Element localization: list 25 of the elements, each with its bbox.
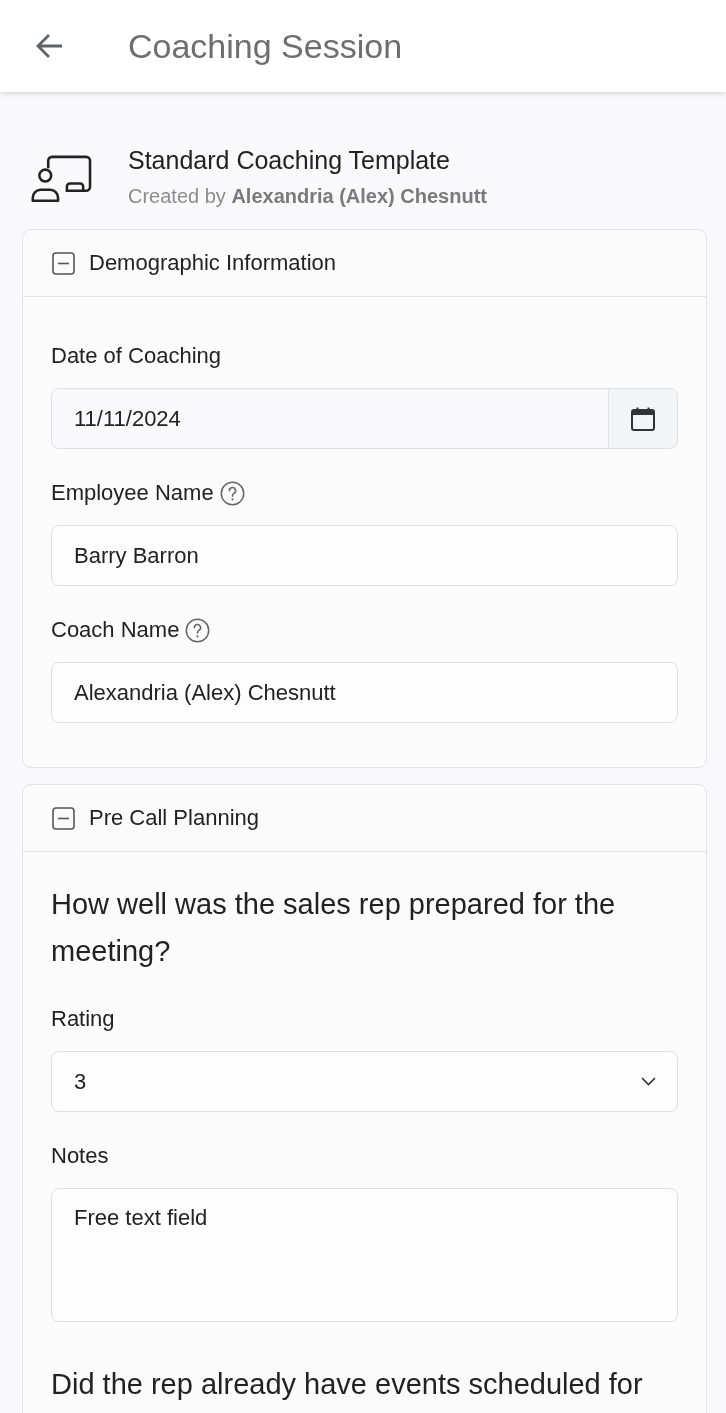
back-button[interactable] [35, 33, 63, 59]
text-field[interactable]: Barry Barron [51, 525, 678, 586]
field-label: Employee Name [51, 479, 214, 507]
page-title: Coaching Session [128, 26, 403, 66]
text-field[interactable]: Alexandria (Alex) Chesnutt [51, 662, 678, 723]
field-label: Date of Coaching [51, 342, 221, 370]
section-header[interactable]: Pre Call Planning [23, 785, 706, 852]
chevron-down-icon [641, 1077, 656, 1086]
date-field[interactable]: 11/11/2024 [51, 388, 678, 449]
dropdown[interactable]: 3 [51, 1051, 678, 1112]
help-icon[interactable] [185, 617, 211, 643]
field-label: Notes [51, 1142, 109, 1170]
calendar-icon [630, 405, 656, 432]
template-title: Standard Coaching Template [128, 145, 451, 175]
person-screen-icon [31, 155, 92, 203]
calendar-button[interactable] [608, 389, 677, 448]
question-text: Did the rep already have events scheduled for [51, 1367, 644, 1402]
question-text: How well was the sales rep prepared for the meeting? [51, 887, 617, 969]
field-label: Coach Name [51, 616, 180, 644]
help-icon[interactable] [219, 480, 245, 506]
field-label: Rating [51, 1005, 115, 1033]
text-area[interactable]: Free text field [51, 1188, 678, 1322]
arrow-left-icon [35, 33, 63, 59]
template-author: Created by Alexandria (Alex) Chesnutt [128, 184, 487, 209]
section-header[interactable]: Demographic Information [23, 230, 706, 297]
